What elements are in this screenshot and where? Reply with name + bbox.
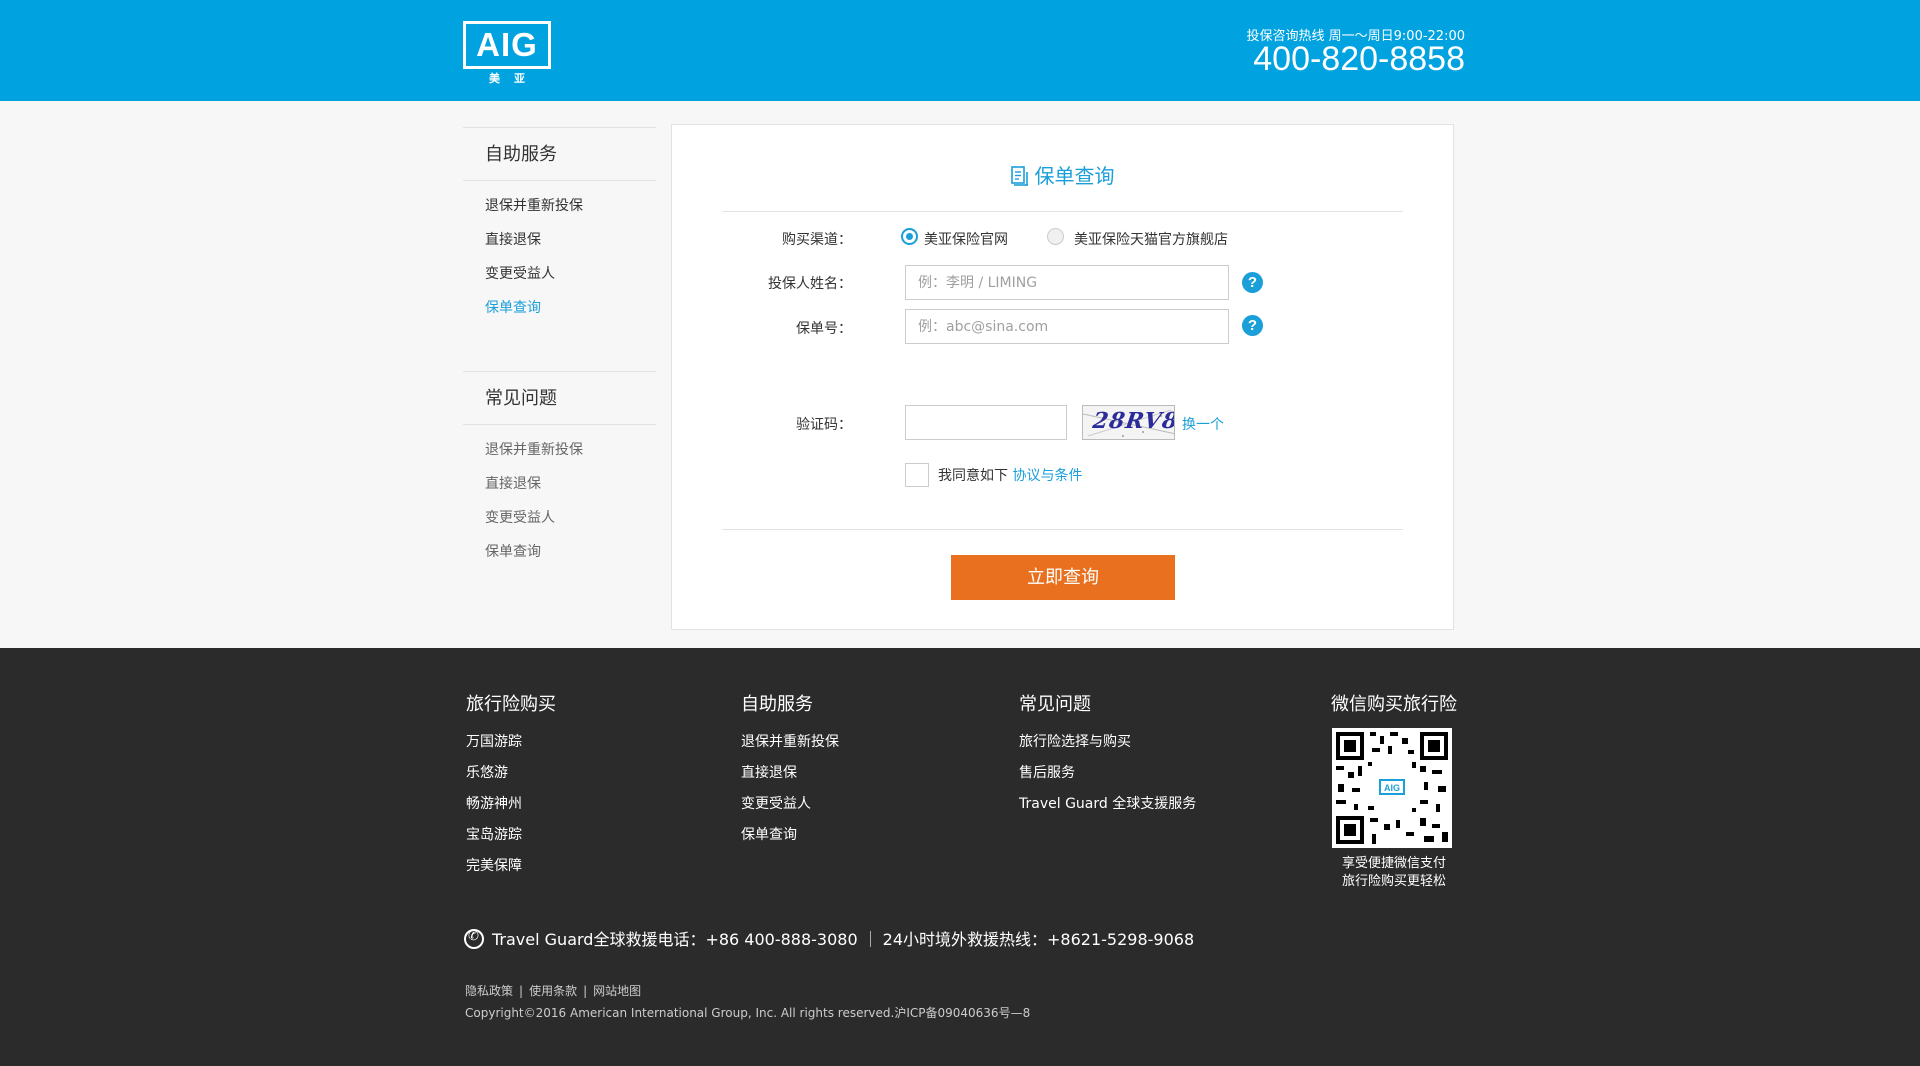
- footer-col-title: 旅行险购买: [466, 694, 556, 715]
- footer-col-faq: 常见问题 旅行险选择与购买 售后服务 Travel Guard 全球支援服务: [1019, 690, 1196, 820]
- footer-link[interactable]: 乐悠游: [466, 758, 556, 789]
- wechat-qr-code: AIG: [1332, 728, 1452, 848]
- policy-query-card: 保单查询 购买渠道： 美亚保险官网 美亚保险天猫官方旗舰店 投保人姓名： ? 保…: [671, 124, 1454, 630]
- submit-query-button[interactable]: 立即查询: [951, 555, 1175, 600]
- sidebar-self-service: 自助服务 退保并重新投保 直接退保 变更受益人 保单查询: [463, 127, 656, 325]
- footer-link[interactable]: 旅行险选择与购买: [1019, 727, 1196, 758]
- captcha-text: 28RV8: [1091, 408, 1175, 434]
- faq-item-resubmit[interactable]: 退保并重新投保: [463, 433, 656, 467]
- form-title-text: 保单查询: [1034, 164, 1115, 188]
- overseas-rescue-hotline: 24小时境外救援热线：+8621-5298-9068: [882, 930, 1195, 949]
- terms-link[interactable]: 协议与条件: [1012, 468, 1082, 484]
- policy-help-icon[interactable]: ?: [1242, 315, 1263, 336]
- footer-legal-links: 隐私政策 | 使用条款 | 网站地图: [465, 982, 641, 999]
- site-header: AIG 美亚 投保咨询热线 周一～周日9:00-22:00 400-820-88…: [0, 0, 1920, 101]
- phone-icon: [464, 929, 484, 949]
- wechat-caption: 享受便捷微信支付 旅行险购买更轻松: [1331, 855, 1457, 891]
- hotline-number: 400-820-8858: [1253, 40, 1465, 78]
- footer-link[interactable]: 直接退保: [741, 758, 839, 789]
- footer-link[interactable]: 退保并重新投保: [741, 727, 839, 758]
- sitemap-link[interactable]: 网站地图: [593, 984, 641, 998]
- legal-separator: |: [583, 984, 588, 998]
- footer-link[interactable]: Travel Guard 全球支援服务: [1019, 789, 1196, 820]
- footer-link[interactable]: 完美保障: [466, 851, 556, 882]
- logo-mark: AIG: [463, 21, 551, 69]
- policy-number-label: 保单号：: [796, 321, 852, 337]
- sidebar-section-title: 自助服务: [463, 128, 656, 181]
- name-label: 投保人姓名：: [768, 276, 852, 292]
- faq-item-cancel[interactable]: 直接退保: [463, 467, 656, 501]
- aig-logo[interactable]: AIG 美亚: [463, 21, 551, 85]
- footer-col-title: 自助服务: [741, 694, 813, 715]
- logo-subtitle: 美亚: [489, 72, 539, 85]
- sidebar-item-policy-query[interactable]: 保单查询: [463, 291, 656, 325]
- channel-radio-tmall[interactable]: [1047, 228, 1064, 245]
- wechat-caption-line1: 享受便捷微信支付: [1341, 856, 1446, 871]
- global-rescue-hotline: Travel Guard全球救援电话：+86 400-888-3080: [492, 930, 858, 949]
- sidebar: 自助服务 退保并重新投保 直接退保 变更受益人 保单查询 常见问题 退保并重新投…: [463, 127, 656, 569]
- sidebar-item-beneficiary[interactable]: 变更受益人: [463, 257, 656, 291]
- copyright-text: Copyright©2016 American International Gr…: [465, 1006, 1031, 1020]
- terms-of-use-link[interactable]: 使用条款: [529, 984, 577, 998]
- faq-item-beneficiary[interactable]: 变更受益人: [463, 501, 656, 535]
- qr-graphic: AIG: [1336, 732, 1448, 844]
- agree-checkbox[interactable]: [905, 463, 929, 487]
- applicant-name-input[interactable]: [905, 265, 1229, 300]
- wechat-title: 微信购买旅行险: [1331, 694, 1457, 715]
- channel-option-official[interactable]: 美亚保险官网: [924, 229, 1008, 249]
- name-help-icon[interactable]: ?: [1242, 272, 1263, 293]
- footer-col-self-service: 自助服务 退保并重新投保 直接退保 变更受益人 保单查询: [741, 690, 839, 851]
- footer-link[interactable]: 变更受益人: [741, 789, 839, 820]
- hotline-separator: [869, 931, 871, 947]
- footer-hotlines: Travel Guard全球救援电话：+86 400-888-3080 24小时境…: [464, 926, 1194, 950]
- sidebar-item-cancel[interactable]: 直接退保: [463, 223, 656, 257]
- footer-link[interactable]: 宝岛游踪: [466, 820, 556, 851]
- title-divider: [722, 211, 1403, 212]
- footer-col-travel: 旅行险购买 万国游踪 乐悠游 畅游神州 宝岛游踪 完美保障: [466, 690, 556, 882]
- channel-option-tmall[interactable]: 美亚保险天猫官方旗舰店: [1074, 229, 1228, 249]
- channel-label: 购买渠道：: [782, 232, 852, 248]
- svg-text:AIG: AIG: [1384, 783, 1400, 793]
- footer-link[interactable]: 保单查询: [741, 820, 839, 851]
- footer-link[interactable]: 万国游踪: [466, 727, 556, 758]
- agree-label: 我同意如下: [938, 468, 1008, 484]
- footer-link[interactable]: 售后服务: [1019, 758, 1196, 789]
- faq-item-policy-query[interactable]: 保单查询: [463, 535, 656, 569]
- wechat-caption-line2: 旅行险购买更轻松: [1341, 874, 1446, 889]
- site-footer: 旅行险购买 万国游踪 乐悠游 畅游神州 宝岛游踪 完美保障 自助服务 退保并重新…: [0, 648, 1920, 1066]
- captcha-label: 验证码：: [796, 417, 852, 433]
- footer-wechat: 微信购买旅行险 AIG 享受便捷微信支付 旅行险购买更轻松: [1331, 690, 1457, 891]
- sidebar-item-resubmit[interactable]: 退保并重新投保: [463, 189, 656, 223]
- policy-number-input[interactable]: [905, 309, 1229, 344]
- captcha-refresh-link[interactable]: 换一个: [1182, 414, 1224, 434]
- channel-radio-official[interactable]: [901, 228, 918, 245]
- sidebar-faq: 常见问题 退保并重新投保 直接退保 变更受益人 保单查询: [463, 371, 656, 569]
- form-title: 保单查询: [722, 160, 1403, 189]
- document-icon: [1010, 166, 1029, 186]
- captcha-input[interactable]: [905, 405, 1067, 440]
- footer-col-title: 常见问题: [1019, 694, 1091, 715]
- form-divider: [722, 529, 1403, 530]
- privacy-policy-link[interactable]: 隐私政策: [465, 984, 513, 998]
- captcha-image[interactable]: 28RV8: [1082, 405, 1175, 440]
- sidebar-section-title: 常见问题: [463, 372, 656, 425]
- footer-link[interactable]: 畅游神州: [466, 789, 556, 820]
- legal-separator: |: [519, 984, 524, 998]
- agree-text: 我同意如下 协议与条件: [938, 465, 1082, 485]
